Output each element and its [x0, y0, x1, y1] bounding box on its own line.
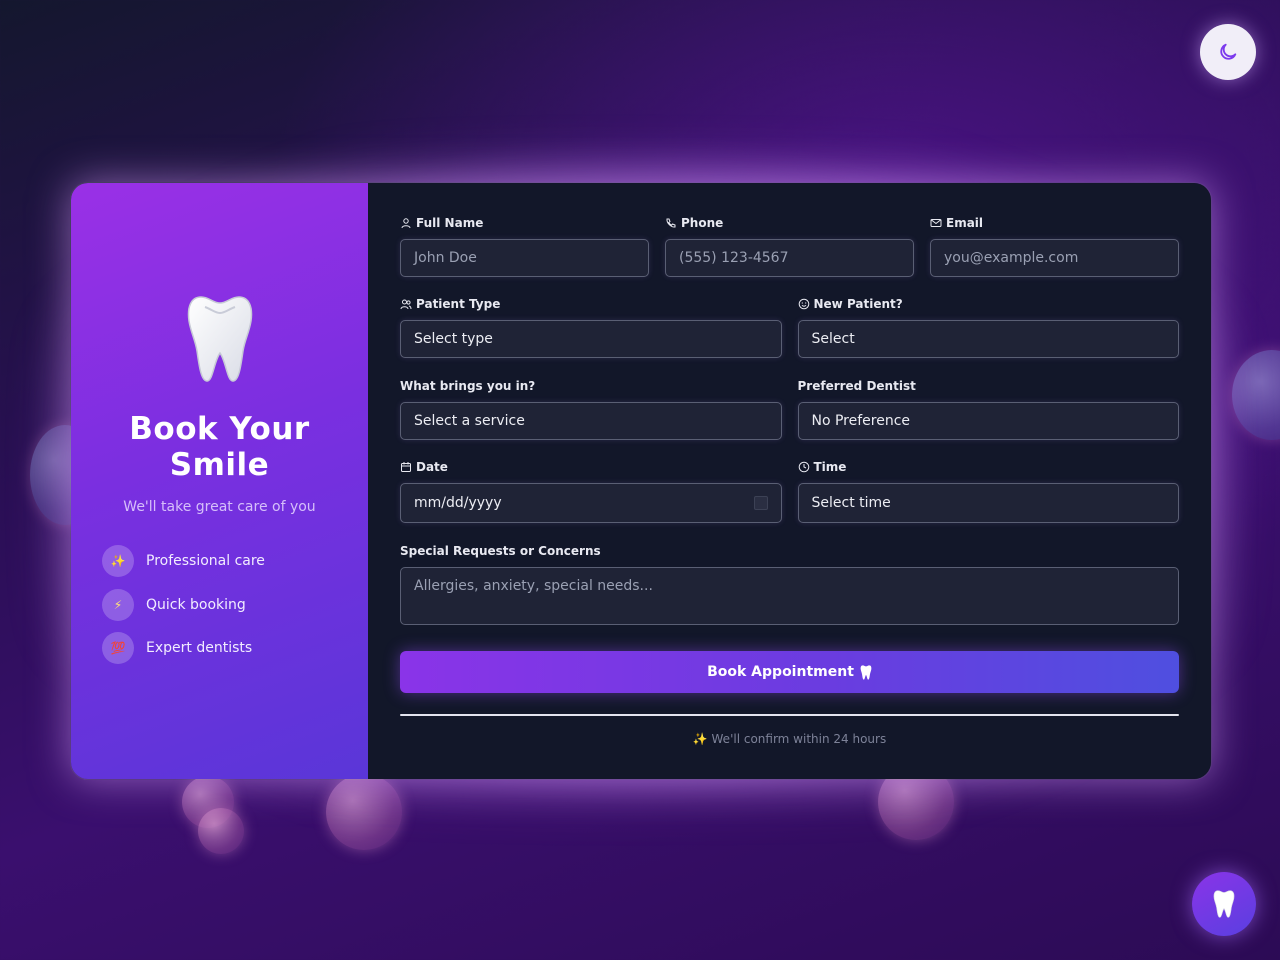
tooth-icon: [187, 295, 253, 387]
clock-icon: [798, 461, 809, 473]
requests-label: Special Requests or Concerns: [400, 544, 601, 558]
tooth-icon: [860, 664, 872, 680]
feature-item: 💯 Expert dentists: [102, 632, 368, 664]
requests-textarea[interactable]: Allergies, anxiety, special needs...: [400, 567, 1179, 625]
date-input[interactable]: mm/dd/yyyy: [400, 483, 782, 523]
patient-type-field: Patient Type Select type: [400, 296, 782, 358]
brand-panel: Book Your Smile We'll take great care of…: [71, 183, 368, 779]
time-label: Time: [813, 460, 847, 474]
theme-toggle-button[interactable]: [1200, 24, 1256, 80]
calendar-icon: [401, 462, 411, 472]
service-field: What brings you in? Select a service: [400, 378, 782, 440]
service-select[interactable]: Select a service: [400, 402, 782, 440]
service-label: What brings you in?: [400, 379, 536, 393]
time-select[interactable]: Select time: [797, 483, 1179, 523]
new-patient-label: New Patient?: [813, 297, 903, 311]
phone-icon: [666, 218, 676, 228]
patient-type-select[interactable]: Select type: [400, 320, 782, 358]
sparkles-icon: ✨: [102, 545, 134, 577]
confirm-note: ✨ We'll confirm within 24 hours: [692, 732, 887, 746]
dentist-label: Preferred Dentist: [797, 379, 916, 393]
new-patient-field: New Patient? Select: [797, 296, 1179, 358]
feature-label: Expert dentists: [146, 640, 253, 656]
smile-icon: [798, 298, 809, 310]
decor-bubble: [198, 808, 244, 854]
phone-label: Phone: [681, 216, 724, 230]
users-icon: [400, 299, 412, 310]
calendar-picker-icon[interactable]: [753, 496, 768, 510]
mail-icon: [930, 219, 942, 227]
feature-item: ✨ Professional care: [102, 545, 368, 577]
feature-list: ✨ Professional care ⚡ Quick booking 💯 Ex…: [71, 545, 368, 676]
booking-card: Book Your Smile We'll take great care of…: [70, 182, 1212, 780]
hundred-icon: 💯: [102, 632, 134, 664]
full-name-field: Full Name John Doe: [400, 215, 649, 277]
brand-subtitle: We'll take great care of you: [123, 499, 316, 515]
full-name-input[interactable]: John Doe: [400, 239, 649, 277]
requests-field: Special Requests or Concerns Allergies, …: [400, 543, 1179, 625]
tooth-icon: [1213, 890, 1235, 918]
phone-input[interactable]: (555) 123-4567: [665, 239, 914, 277]
feature-label: Professional care: [146, 553, 265, 569]
book-appointment-label: Book Appointment: [707, 664, 854, 680]
email-field: Email you@example.com: [930, 215, 1179, 277]
email-input[interactable]: you@example.com: [930, 239, 1179, 277]
lightning-icon: ⚡: [102, 588, 134, 621]
phone-field: Phone (555) 123-4567: [665, 215, 914, 277]
form-panel: Full Name John Doe Phone (555) 123-4567 …: [368, 183, 1211, 779]
date-field: Date mm/dd/yyyy: [400, 459, 782, 523]
form-row: What brings you in? Select a service Pre…: [400, 378, 1179, 440]
new-patient-select[interactable]: Select: [797, 320, 1179, 358]
form-row: Date mm/dd/yyyy Time Select time: [400, 459, 1179, 523]
book-appointment-button[interactable]: Book Appointment: [400, 651, 1179, 693]
feature-item: ⚡ Quick booking: [102, 588, 368, 621]
full-name-label: Full Name: [416, 216, 484, 230]
user-icon: [401, 218, 411, 229]
patient-type-label: Patient Type: [416, 297, 501, 311]
floating-tooth-button[interactable]: [1192, 872, 1256, 936]
form-row: Patient Type Select type New Patient? Se…: [400, 296, 1179, 358]
form-row: Special Requests or Concerns Allergies, …: [400, 543, 1179, 625]
dentist-select[interactable]: No Preference: [797, 402, 1179, 440]
divider: [400, 714, 1179, 716]
date-label: Date: [416, 460, 448, 474]
email-label: Email: [946, 216, 984, 230]
dentist-field: Preferred Dentist No Preference: [797, 378, 1179, 440]
time-field: Time Select time: [797, 459, 1179, 523]
feature-label: Quick booking: [146, 596, 246, 613]
form-row: Full Name John Doe Phone (555) 123-4567 …: [400, 215, 1179, 277]
brand-title: Book Your Smile: [129, 411, 310, 483]
moon-icon: [1220, 43, 1237, 60]
date-value: mm/dd/yyyy: [414, 495, 502, 511]
